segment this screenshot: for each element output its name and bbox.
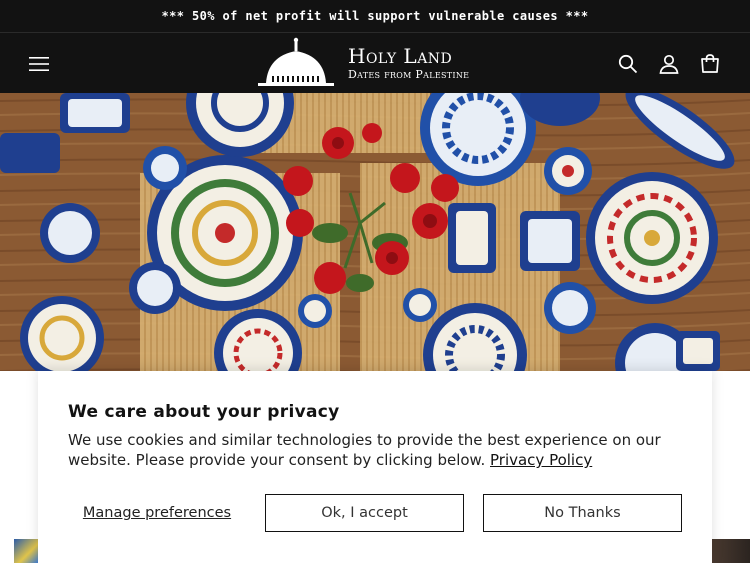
- cart-icon: [701, 53, 719, 73]
- plate: [544, 282, 596, 334]
- product-thumbnail[interactable]: [712, 539, 750, 563]
- product-thumbnail[interactable]: [14, 539, 38, 563]
- site-logo[interactable]: Holy Land Dates from Palestine: [258, 36, 498, 90]
- search-icon: [618, 54, 638, 73]
- privacy-policy-link[interactable]: Privacy Policy: [490, 451, 592, 469]
- hero-image: [0, 93, 750, 371]
- logo-subtitle: Dates from Palestine: [348, 68, 470, 81]
- plate: [586, 172, 718, 304]
- site-header: Holy Land Dates from Palestine: [0, 32, 750, 93]
- dome-logo-icon: [258, 37, 334, 86]
- announcement-bar: *** 50% of net profit will support vulne…: [0, 0, 750, 32]
- no-thanks-button[interactable]: No Thanks: [483, 494, 682, 532]
- ceramics-photo: [0, 93, 750, 371]
- menu-button[interactable]: [21, 33, 57, 94]
- search-button[interactable]: [610, 33, 646, 94]
- cookie-banner-title: We care about your privacy: [68, 402, 340, 422]
- logo-title: Holy Land: [348, 44, 453, 68]
- accept-button[interactable]: Ok, I accept: [265, 494, 464, 532]
- announcement-text: *** 50% of net profit will support vulne…: [161, 9, 589, 23]
- logo-wordmark: Holy Land Dates from Palestine: [348, 46, 469, 80]
- plate: [544, 147, 592, 195]
- menu-icon: [29, 56, 49, 71]
- cookie-banner-body: We use cookies and similar technologies …: [68, 430, 678, 470]
- manage-preferences-link[interactable]: Manage preferences: [68, 494, 246, 532]
- account-icon: [659, 54, 679, 74]
- plate: [143, 146, 187, 190]
- cart-button[interactable]: [692, 33, 728, 94]
- account-button[interactable]: [651, 33, 687, 94]
- cookie-consent-banner: We care about your privacy We use cookie…: [38, 371, 712, 563]
